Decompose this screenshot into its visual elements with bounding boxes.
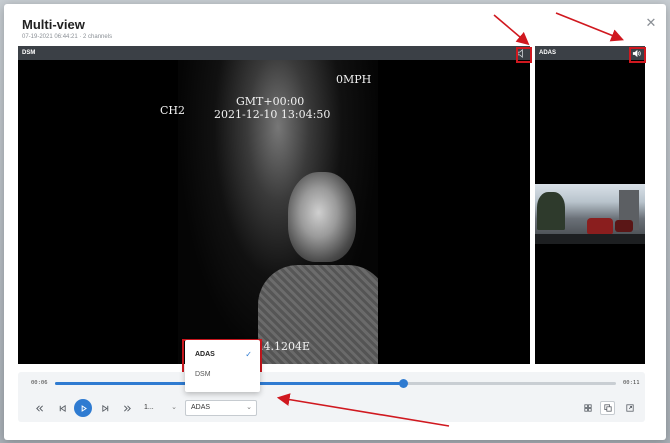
expand-icon[interactable] [622,401,637,415]
adas-car [615,220,633,232]
channel-dropdown: ADAS ✓ DSM [185,340,260,392]
speaker-on-icon[interactable] [629,46,643,60]
pane-label-adas: ADAS [539,50,557,56]
progress-track[interactable] [55,379,616,388]
dialog-title: Multi-view [22,17,85,32]
osd-channel: CH2 [160,104,186,117]
total-time: 00:11 [623,380,640,386]
chevron-down-icon: ⌄ [246,404,252,411]
speed-select-value: 1... [144,404,154,411]
pane-header-dsm: DSM [18,46,530,60]
osd-speed: 0MPH [336,73,372,86]
chevron-down-icon: ⌄ [171,404,177,411]
progress-knob[interactable] [398,379,408,388]
adas-video-frame [535,184,645,244]
adas-tree [537,192,565,230]
checkmark-icon: ✓ [245,350,252,359]
driver-face [288,172,356,262]
picture-in-picture-icon[interactable] [600,401,615,415]
osd-timezone: GMT+00:00 [236,95,305,108]
close-icon[interactable]: ✕ [644,16,658,30]
dropdown-option-label: DSM [195,371,211,378]
adas-car [587,218,613,234]
adas-dashboard [535,234,645,244]
dropdown-option-label: ADAS [195,351,215,358]
pane-label-dsm: DSM [22,50,36,56]
dialog-subtitle: 07-19-2021 06:44:21 · 2 channels [22,34,113,40]
current-time: 00:06 [31,380,48,386]
double-chevron-right-icon[interactable] [119,400,135,416]
osd-datetime: 2021-12-10 13:04:50 [214,108,331,121]
speed-select[interactable]: 1... ⌄ [138,400,182,416]
dropdown-option-adas[interactable]: ADAS ✓ [185,345,260,365]
playback-controls: 00:06 00:11 1... ⌄ ADAS ⌄ [18,372,645,422]
skip-forward-icon[interactable] [97,400,113,416]
double-chevron-left-icon[interactable] [31,400,47,416]
grid-icon[interactable] [580,401,595,415]
play-icon[interactable] [74,399,92,417]
channel-select[interactable]: ADAS ⌄ [185,400,257,416]
speaker-muted-icon[interactable] [514,46,528,60]
dropdown-option-dsm[interactable]: DSM [185,365,260,385]
video-pane-dsm[interactable]: DSM [18,46,530,364]
skip-back-icon[interactable] [54,400,70,416]
video-pane-adas[interactable]: ADAS [535,46,645,364]
channel-select-value: ADAS [191,404,211,411]
